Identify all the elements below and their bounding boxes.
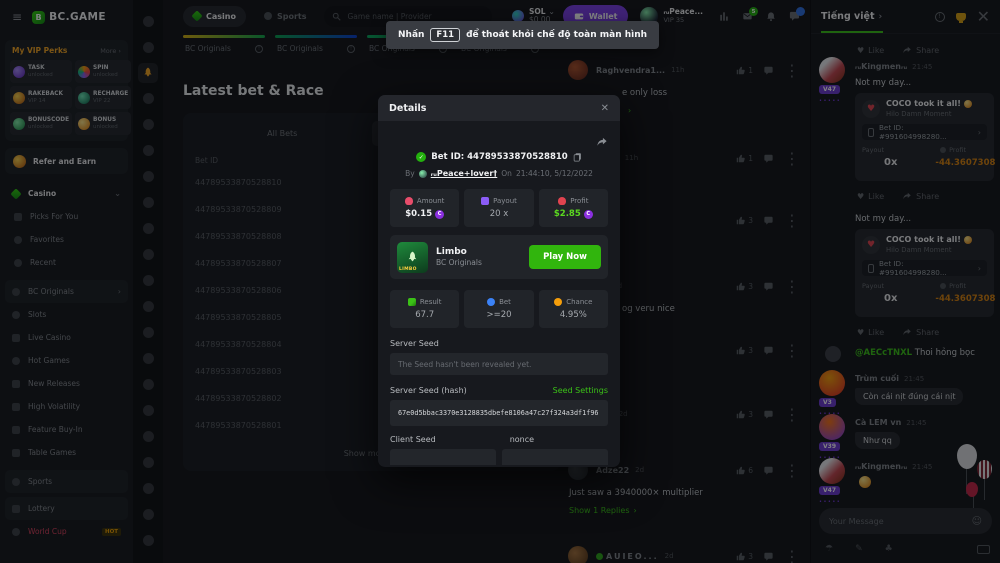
close-icon[interactable]: ✕: [601, 103, 609, 114]
modal-bet-id: Bet ID: 44789533870528810: [431, 152, 567, 162]
nonce-box[interactable]: [502, 449, 608, 465]
f11-key: F11: [430, 28, 460, 42]
game-row: LIMBO Limbo BC Originals Play Now: [390, 235, 608, 279]
payout-stat: Payout 20 x: [464, 189, 533, 227]
player-link[interactable]: ᵣᵤPeace+lover†: [431, 169, 498, 178]
client-seed-label: Client Seed: [390, 435, 436, 444]
server-seed-hash-box[interactable]: 67e0d5bbac3370e3128835dbefe8106a47c27f32…: [390, 400, 608, 426]
amount-icon: [405, 197, 413, 205]
profit-stat: Profit $2.85C: [539, 189, 608, 227]
bet-chip-icon: [487, 298, 495, 306]
result-stat: Result 67.7: [390, 290, 459, 328]
chance-icon: [554, 298, 562, 306]
coin-icon: C: [435, 210, 444, 219]
nonce-label: nonce: [510, 435, 534, 444]
server-seed-box: The Seed hasn't been revealed yet.: [390, 353, 608, 375]
limbo-thumbnail[interactable]: LIMBO: [397, 242, 428, 273]
seed-settings-link[interactable]: Seed Settings: [553, 386, 608, 395]
server-seed-label: Server Seed: [390, 339, 439, 348]
server-seed-hash-label: Server Seed (hash): [390, 386, 467, 395]
bet-details-modal: Details ✕ ✓ Bet ID: 44789533870528810 By…: [378, 95, 620, 467]
client-seed-box[interactable]: [390, 449, 496, 465]
share-icon[interactable]: [596, 137, 608, 148]
game-provider[interactable]: BC Originals: [436, 258, 482, 267]
profit-icon: [558, 197, 566, 205]
rocket-icon: [406, 251, 419, 264]
coin-icon: C: [584, 210, 593, 219]
verified-check-icon: ✓: [416, 152, 426, 162]
result-chart-icon: [408, 298, 416, 306]
bc-game-app: ≡ B BC.GAME My VIP Perks More › TASKunlo…: [0, 0, 1000, 563]
payout-icon: [481, 197, 489, 205]
avatar: [419, 170, 427, 178]
fullscreen-toast: Nhấn F11 để thoát khỏi chế độ toàn màn h…: [386, 21, 659, 49]
modal-title: Details: [389, 103, 426, 114]
copy-icon[interactable]: [573, 152, 582, 162]
play-now-button[interactable]: Play Now: [529, 245, 601, 269]
chance-stat: Chance 4.95%: [539, 290, 608, 328]
amount-stat: Amount $0.15C: [390, 189, 459, 227]
game-name: Limbo: [436, 247, 482, 259]
bet-stat: Bet >=20: [464, 290, 533, 328]
bet-datetime: 21:44:10, 5/12/2022: [516, 169, 593, 178]
